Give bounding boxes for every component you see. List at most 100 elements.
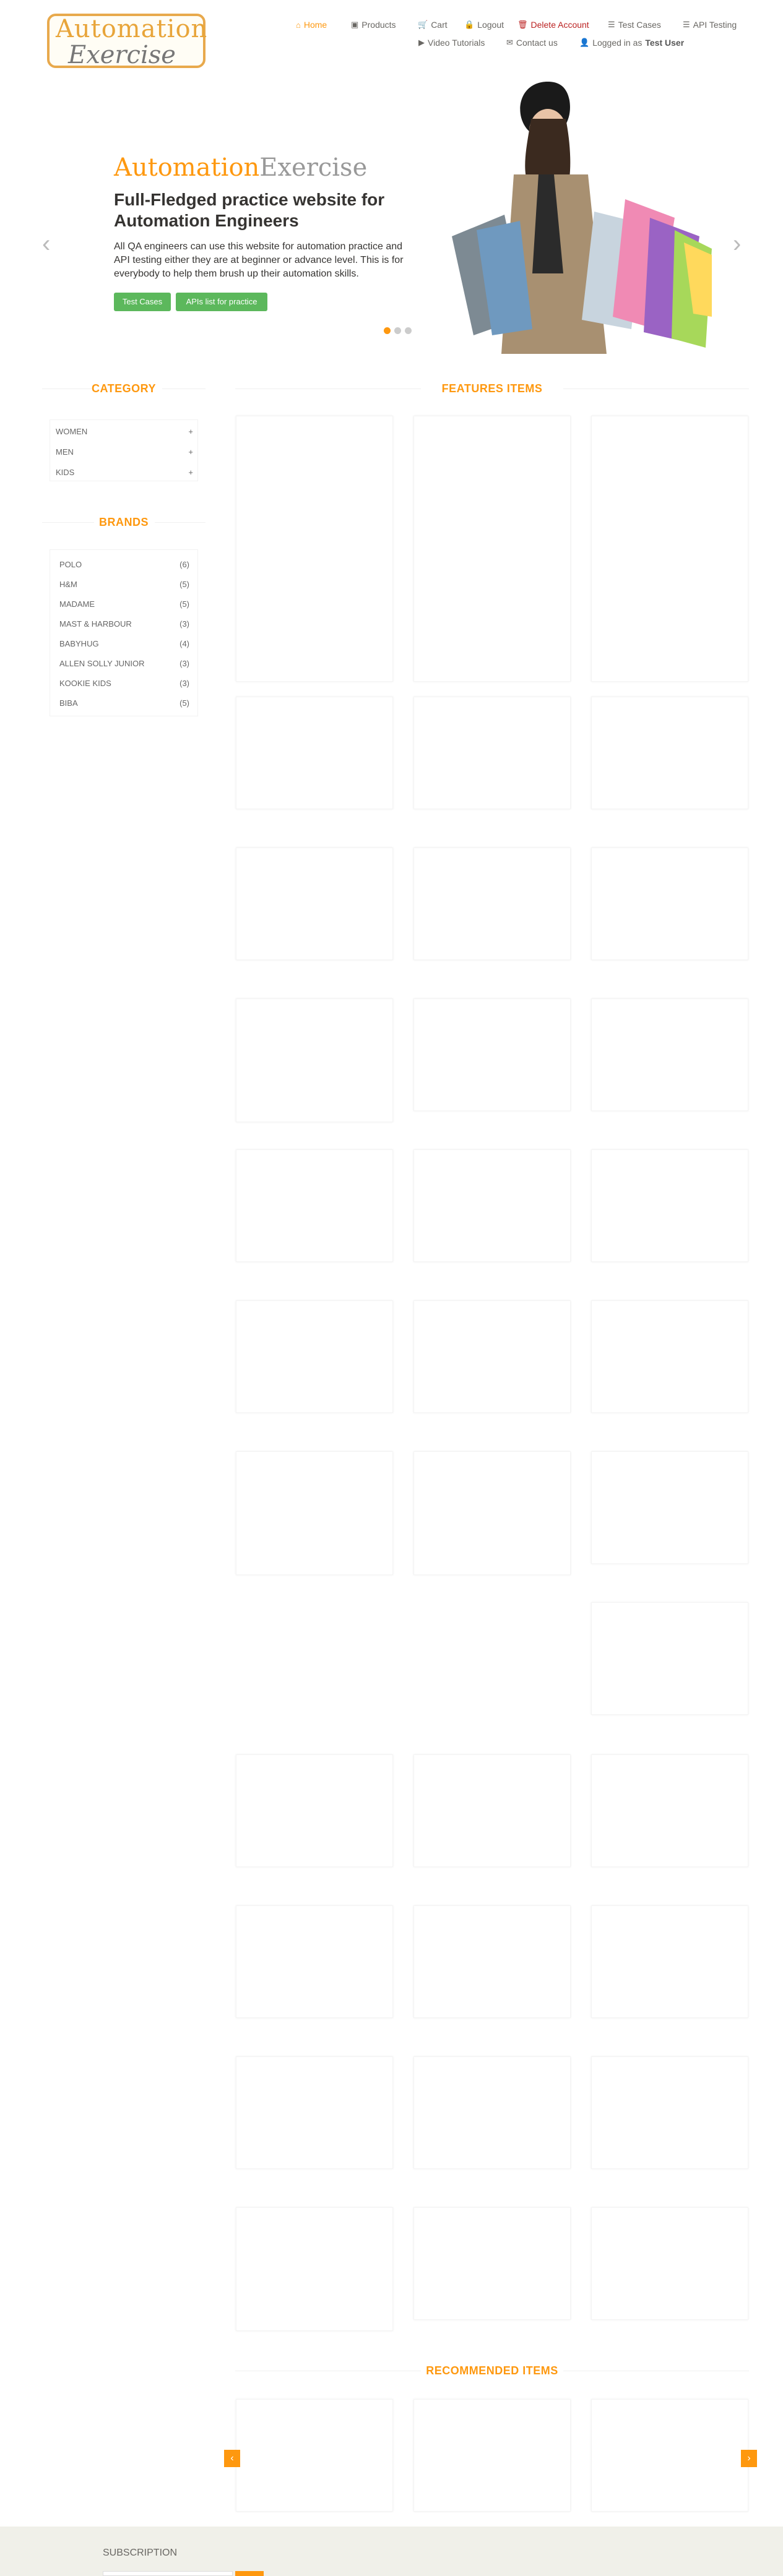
lock-icon: 🔒 — [464, 20, 475, 29]
nav-api-testing-label: API Testing — [693, 20, 737, 30]
brand-count: (5) — [180, 698, 189, 708]
product-card — [413, 848, 571, 960]
hero-brand-automation: Automation — [114, 153, 260, 182]
product-card — [591, 697, 748, 809]
brand-kookie-kids[interactable]: KOOKIE KIDS (3) — [59, 679, 189, 688]
youtube-icon: ▶ — [418, 38, 425, 47]
brand-count: (6) — [180, 560, 189, 569]
product-card — [236, 416, 393, 682]
brand-h-m[interactable]: H&M (5) — [59, 580, 189, 589]
brand-name: BABYHUG — [59, 639, 99, 648]
list-icon: ☰ — [683, 20, 690, 29]
hero-girl-shopping-image — [439, 82, 712, 354]
brand-name: H&M — [59, 580, 77, 589]
product-card — [413, 1149, 571, 1262]
nav-cart-label: Cart — [431, 20, 448, 30]
brand-name: MADAME — [59, 599, 95, 609]
product-card — [236, 1905, 393, 2018]
nav-delete-account-label: Delete Account — [530, 20, 589, 30]
logged-in-username: Test User — [645, 38, 685, 48]
product-card — [236, 697, 393, 809]
recommended-next-arrow[interactable]: › — [741, 2450, 757, 2467]
list-icon: ☰ — [608, 20, 615, 29]
brand-name: KOOKIE KIDS — [59, 679, 111, 688]
product-card — [591, 1905, 748, 2018]
product-card — [591, 1149, 748, 1262]
category-panel — [50, 419, 198, 481]
trash-icon: 🗑 — [517, 20, 528, 29]
carousel-dot-3[interactable] — [405, 327, 412, 334]
product-card — [591, 2056, 748, 2169]
product-card — [236, 2207, 393, 2331]
brand-count: (3) — [180, 619, 189, 629]
carousel-dot-1[interactable] — [384, 327, 391, 334]
brand-name: ALLEN SOLLY JUNIOR — [59, 659, 145, 668]
product-card — [236, 1754, 393, 1867]
cart-icon: 🛒 — [418, 20, 428, 29]
nav-test-cases-label: Test Cases — [618, 20, 661, 30]
nav-video-tutorials[interactable]: ▶ Video Tutorials — [418, 38, 485, 48]
product-card — [236, 1451, 393, 1575]
nav-contact-us-label: Contact us — [516, 38, 558, 48]
product-card — [236, 1149, 393, 1262]
nav-contact-us[interactable]: ✉ Contact us — [506, 38, 558, 48]
product-card — [413, 1451, 571, 1575]
recommended-card — [591, 2399, 748, 2512]
brand-count: (5) — [180, 599, 189, 609]
apis-list-button[interactable]: APIs list for practice — [176, 293, 267, 311]
nav-home-label: Home — [303, 20, 327, 30]
product-card — [413, 1905, 571, 2018]
brand-count: (3) — [180, 659, 189, 668]
logo-text-exercise: Exercise — [68, 41, 176, 69]
recommended-card — [236, 2399, 393, 2512]
brand-polo[interactable]: POLO (6) — [59, 560, 189, 569]
brands-panel — [50, 549, 198, 716]
brand-babyhug[interactable]: BABYHUG (4) — [59, 639, 189, 648]
brand-count: (5) — [180, 580, 189, 589]
site-logo[interactable]: Automation Exercise — [47, 14, 207, 69]
nav-logout[interactable]: 🔒 Logout — [464, 20, 504, 30]
product-card — [236, 998, 393, 1122]
carousel-prev-arrow[interactable]: ‹ — [42, 230, 50, 258]
subscription-title: SUBSCRIPTION — [103, 2548, 178, 2558]
nav-api-testing[interactable]: ☰ API Testing — [683, 20, 737, 30]
products-icon: ▣ — [351, 20, 359, 29]
product-card — [413, 2207, 571, 2320]
product-card — [591, 998, 748, 1111]
product-card — [591, 1451, 748, 1564]
brand-name: POLO — [59, 560, 82, 569]
nav-logout-label: Logout — [477, 20, 504, 30]
carousel-next-arrow[interactable]: › — [733, 230, 741, 258]
brand-biba[interactable]: BIBA (5) — [59, 698, 189, 708]
home-icon: ⌂ — [296, 20, 301, 30]
product-card — [236, 2056, 393, 2169]
nav-home[interactable]: ⌂ Home — [296, 20, 327, 30]
product-card — [413, 1300, 571, 1413]
hero-brand-exercise: Exercise — [259, 153, 368, 182]
product-card — [413, 1754, 571, 1867]
product-card — [591, 848, 748, 960]
recommended-prev-arrow[interactable]: ‹ — [224, 2450, 240, 2467]
brand-madame[interactable]: MADAME (5) — [59, 599, 189, 609]
nav-products[interactable]: ▣ Products — [351, 20, 396, 30]
hero-brand-title: AutomationExercise — [114, 153, 367, 182]
nav-cart[interactable]: 🛒 Cart — [418, 20, 448, 30]
product-card — [413, 416, 571, 682]
brand-count: (3) — [180, 679, 189, 688]
test-cases-button[interactable]: Test Cases — [114, 293, 171, 311]
subscription-email-input[interactable] — [103, 2571, 233, 2576]
carousel-dot-2[interactable] — [394, 327, 401, 334]
user-icon: 👤 — [579, 38, 590, 47]
nav-delete-account[interactable]: 🗑 Delete Account — [517, 20, 589, 30]
brand-mast-harbour[interactable]: MAST & HARBOUR (3) — [59, 619, 189, 629]
nav-test-cases[interactable]: ☰ Test Cases — [608, 20, 661, 30]
nav-logged-in-as: 👤 Logged in as Test User — [579, 38, 684, 48]
hero-description: All QA engineers can use this website fo… — [114, 241, 404, 279]
product-card — [236, 1300, 393, 1413]
nav-video-tutorials-label: Video Tutorials — [428, 38, 485, 48]
brand-allen-solly-junior[interactable]: ALLEN SOLLY JUNIOR (3) — [59, 659, 189, 668]
product-card — [591, 1300, 748, 1413]
brand-count: (4) — [180, 639, 189, 648]
product-card — [236, 848, 393, 960]
subscribe-button[interactable] — [235, 2571, 264, 2576]
